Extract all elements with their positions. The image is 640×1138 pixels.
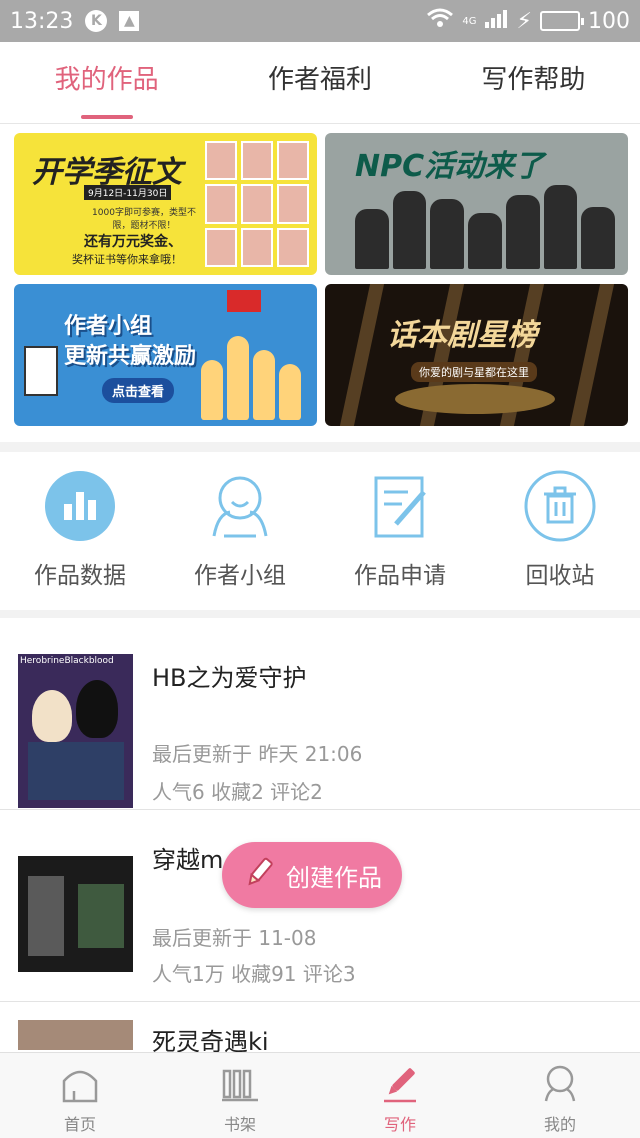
nav-write[interactable]: 写作: [320, 1053, 480, 1138]
banner-title: NPC活动来了: [355, 149, 545, 184]
banner-grid: 开学季征文 9月12日-11月30日 1000字即可参赛，类型不限，题材不限！ …: [0, 124, 640, 442]
flag-image: [227, 290, 261, 312]
work-updated: 最后更新于 昨天 21:06: [152, 742, 363, 766]
nav-profile[interactable]: 我的: [480, 1053, 640, 1138]
view-button[interactable]: 点击查看: [102, 378, 175, 403]
create-work-button[interactable]: 创建作品: [222, 842, 402, 908]
work-updated: 最后更新于 11-08: [152, 926, 317, 950]
write-pen-icon: [380, 1063, 420, 1107]
work-data-button[interactable]: 作品数据: [0, 452, 160, 610]
banner-title-line: 作者小组: [64, 314, 153, 339]
wifi-icon: [426, 8, 454, 34]
network-type: 4G: [462, 15, 477, 27]
edit-document-icon: [364, 470, 436, 542]
quick-action-label: 作品申请: [354, 563, 446, 589]
status-time: 13:23: [10, 8, 74, 34]
group-icon: [204, 470, 276, 542]
nav-label: 书架: [223, 1115, 256, 1134]
bottom-nav: 首页 书架 写作 我的: [0, 1052, 640, 1138]
cover-text: HerobrineBlackblood: [20, 656, 114, 666]
signal-icon: [484, 8, 509, 34]
top-tabs: 我的作品 作者福利 写作帮助: [0, 42, 640, 124]
banner-back-to-school-contest[interactable]: 开学季征文 9月12日-11月30日 1000字即可参赛，类型不限，题材不限！ …: [14, 133, 317, 275]
bookshelf-icon: [220, 1063, 260, 1107]
recycle-bin-button[interactable]: 回收站: [480, 452, 640, 610]
quick-actions: 作品数据 作者小组 作品申请 回收站: [0, 452, 640, 610]
tab-label: 我的作品: [54, 65, 159, 95]
bar-chart-icon: [44, 470, 116, 542]
trash-icon: [524, 470, 596, 542]
list-item[interactable]: 死灵奇遇ki: [0, 1002, 640, 1052]
home-icon: [60, 1063, 100, 1107]
work-stats: 人气1万 收藏91 评论3: [152, 962, 356, 986]
banner-title: 话本剧星榜: [387, 318, 537, 353]
quick-action-label: 回收站: [525, 563, 595, 589]
quick-action-label: 作品数据: [34, 563, 126, 589]
work-title: 穿越m: [152, 846, 224, 874]
tab-active-indicator: [80, 115, 133, 119]
author-group-button[interactable]: 作者小组: [160, 452, 320, 610]
quick-action-label: 作者小组: [194, 563, 286, 589]
banner-text: 1000字即可参赛，类型不限，题材不限！: [92, 208, 196, 231]
tab-label: 写作帮助: [481, 65, 586, 95]
work-title: HB之为爱守护: [152, 664, 307, 692]
banner-npc-event[interactable]: NPC活动来了: [325, 133, 628, 275]
nav-label: 首页: [63, 1115, 96, 1134]
work-cover-image: [18, 1020, 133, 1050]
banner-author-group[interactable]: 作者小组 更新共赢激励 点击查看: [14, 284, 317, 426]
group-photo-image: [355, 181, 616, 269]
battery-percent: 100: [588, 8, 630, 34]
photo-collage-image: [205, 141, 309, 267]
light-beam: [569, 284, 615, 426]
tab-writing-help[interactable]: 写作帮助: [427, 42, 640, 123]
charging-icon: ⚡: [516, 8, 532, 34]
notification-k-icon: K: [85, 10, 108, 32]
banner-title: 作者小组 更新共赢激励: [64, 312, 196, 372]
works-list: HerobrineBlackblood HB之为爱守护 最后更新于 昨天 21:…: [0, 618, 640, 1052]
nav-bookshelf[interactable]: 书架: [160, 1053, 320, 1138]
status-right: 4G ⚡ 100: [426, 8, 630, 34]
status-bar: 13:23 K ▲ 4G ⚡ 100: [0, 0, 640, 42]
work-application-button[interactable]: 作品申请: [320, 452, 480, 610]
work-cover-image: HerobrineBlackblood: [18, 654, 133, 808]
banner-date: 9月12日-11月30日: [84, 185, 172, 200]
stage-image: [395, 384, 555, 414]
banner-drama-star-chart[interactable]: 话本剧星榜 你爱的剧与星都在这里: [325, 284, 628, 426]
nav-label: 写作: [383, 1115, 416, 1134]
light-beam: [339, 284, 385, 426]
banner-text: 还有万元奖金、: [84, 234, 182, 250]
work-stats: 人气6 收藏2 评论2: [152, 780, 323, 804]
tab-my-works[interactable]: 我的作品: [0, 42, 213, 123]
banner-title-line: 更新共赢激励: [64, 344, 197, 369]
nav-home[interactable]: 首页: [0, 1053, 160, 1138]
work-title: 死灵奇遇ki: [152, 1028, 269, 1052]
pencil-icon: [242, 855, 276, 895]
battery-icon: [540, 11, 584, 31]
cartoon-kids-image: [201, 328, 301, 420]
banner-subtitle: 你爱的剧与星都在这里: [411, 362, 537, 382]
profile-icon: [540, 1063, 580, 1107]
nav-label: 我的: [543, 1115, 576, 1134]
create-work-label: 创建作品: [286, 863, 382, 892]
tab-label: 作者福利: [267, 65, 372, 95]
banner-text: 奖杯证书等你来拿哦！: [72, 253, 182, 266]
tab-author-benefits[interactable]: 作者福利: [213, 42, 426, 123]
list-item[interactable]: HerobrineBlackblood HB之为爱守护 最后更新于 昨天 21:…: [0, 618, 640, 810]
clipboard-image: [24, 346, 58, 396]
upload-icon: ▲: [119, 11, 140, 31]
work-cover-image: [18, 856, 133, 972]
